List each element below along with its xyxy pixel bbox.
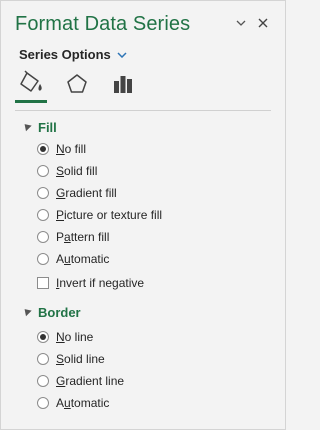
automatic-line-label: Automatic (56, 396, 109, 410)
label-prefix: A (56, 396, 65, 410)
label-text: radient line (65, 374, 125, 388)
gradient-fill-label: Gradient fill (56, 186, 117, 200)
accel-key: S (56, 164, 65, 178)
label-prefix: P (56, 230, 65, 244)
accel-key: u (64, 252, 71, 266)
radio[interactable] (37, 353, 49, 365)
no-fill-radio[interactable]: No fill (37, 140, 86, 158)
accel-key: P (56, 208, 65, 222)
accel-key: u (64, 396, 71, 410)
pentagon-icon (66, 73, 88, 100)
effects-tab[interactable] (61, 69, 93, 103)
pattern-fill-radio[interactable]: Pattern fill (37, 228, 109, 246)
radio[interactable] (37, 209, 49, 221)
pane-header: Format Data Series (1, 1, 285, 45)
label-text: tomatic (70, 252, 110, 266)
pattern-fill-label: Pattern fill (56, 230, 109, 244)
label-text: nvert if negative (59, 276, 145, 290)
radio[interactable] (37, 187, 49, 199)
collapse-triangle-icon (21, 306, 32, 317)
chevron-down-icon (117, 45, 127, 63)
radio[interactable] (37, 397, 49, 409)
label-text: o line (64, 330, 94, 344)
label-text: radient fill (65, 186, 117, 200)
accel-key: G (56, 374, 66, 388)
accel-key: a (64, 230, 71, 244)
series-options-dropdown[interactable]: Series Options (19, 45, 127, 63)
fill-and-line-tab[interactable] (15, 69, 47, 103)
label-text: olid fill (64, 164, 98, 178)
border-section-heading: Border (38, 304, 81, 320)
invert-if-negative-checkbox[interactable]: Invert if negative (37, 274, 144, 292)
label-text: tomatic (70, 396, 110, 410)
radio[interactable] (37, 165, 49, 177)
checkbox[interactable] (37, 277, 49, 289)
picture-or-texture-fill-radio[interactable]: Picture or texture fill (37, 206, 162, 224)
fill-section-heading: Fill (38, 119, 57, 135)
fill-section-toggle[interactable]: Fill (21, 118, 57, 136)
radio[interactable] (37, 253, 49, 265)
automatic-line-radio[interactable]: Automatic (37, 394, 109, 412)
radio[interactable] (37, 375, 49, 387)
picture-or-texture-fill-label: Picture or texture fill (56, 208, 162, 222)
divider (15, 110, 271, 111)
no-line-label: No line (56, 330, 93, 344)
automatic-fill-label: Automatic (56, 252, 109, 266)
close-icon[interactable] (255, 15, 271, 31)
no-line-radio[interactable]: No line (37, 328, 93, 346)
format-tabs (15, 69, 139, 103)
accel-key: S (56, 352, 65, 366)
accel-key: N (56, 142, 65, 156)
label-text: o fill (64, 142, 87, 156)
paint-bucket-icon (18, 70, 44, 99)
accel-key: N (56, 330, 65, 344)
no-fill-label: No fill (56, 142, 86, 156)
solid-line-radio[interactable]: Solid line (37, 350, 105, 368)
gradient-fill-radio[interactable]: Gradient fill (37, 184, 117, 202)
collapse-triangle-icon (21, 121, 32, 132)
series-options-label: Series Options (19, 46, 111, 62)
gradient-line-label: Gradient line (56, 374, 124, 388)
series-options-tab[interactable] (107, 69, 139, 103)
invert-if-negative-label: Invert if negative (56, 276, 144, 290)
pane-title: Format Data Series (15, 13, 191, 35)
automatic-fill-radio[interactable]: Automatic (37, 250, 109, 268)
solid-line-label: Solid line (56, 352, 105, 366)
bar-chart-icon (112, 73, 134, 100)
gradient-line-radio[interactable]: Gradient line (37, 372, 124, 390)
format-data-series-pane: Format Data Series Series Options Fill N… (0, 0, 286, 430)
solid-fill-label: Solid fill (56, 164, 97, 178)
radio-selected[interactable] (37, 143, 49, 155)
radio[interactable] (37, 231, 49, 243)
label-text: ttern fill (70, 230, 110, 244)
solid-fill-radio[interactable]: Solid fill (37, 162, 97, 180)
accel-key: G (56, 186, 66, 200)
label-prefix: A (56, 252, 65, 266)
radio-selected[interactable] (37, 331, 49, 343)
label-text: olid line (64, 352, 105, 366)
border-section-toggle[interactable]: Border (21, 303, 81, 321)
label-text: icture or texture fill (64, 208, 163, 222)
pane-options-chevron-icon[interactable] (233, 15, 249, 31)
